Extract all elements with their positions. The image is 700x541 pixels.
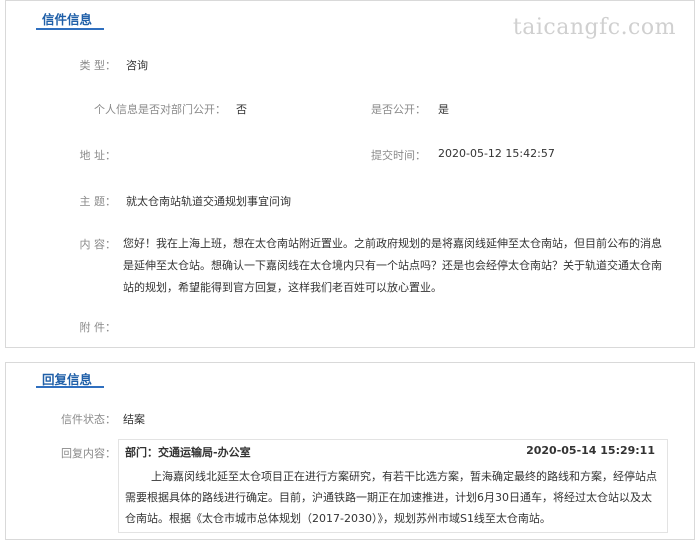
reply-content-label: 回复内容： [61, 447, 116, 460]
reply-time: 2020-05-14 15:29:11 [526, 444, 655, 457]
site-watermark: taicangfc.com [512, 15, 676, 40]
address-label: 地 址： [79, 149, 117, 162]
reply-info-panel: 回复信息 信件状态： 结案 回复内容： 部门：交通运输局-办公室 2020-05… [5, 362, 695, 540]
subject-label: 主 题： [79, 195, 117, 208]
reply-text: 上海嘉闵线北延至太仓项目正在进行方案研究，有若干比选方案，暂未确定最终的路线和方… [125, 470, 657, 525]
content-label: 内 容： [79, 238, 117, 251]
submit-time-value: 2020-05-12 15:42:57 [438, 147, 555, 160]
privacy-label: 个人信息是否对部门公开： [94, 103, 226, 116]
submit-time-label: 提交时间： [371, 149, 426, 162]
letter-title-underline [36, 28, 104, 30]
reply-title-underline [36, 386, 104, 388]
status-value: 结案 [123, 413, 145, 426]
public-value: 是 [438, 103, 449, 116]
attachment-label: 附 件： [79, 321, 117, 334]
content-text: 您好！我在上海上班，想在太仓南站附近置业。之前政府规划的是将嘉闵线延伸至太仓南站… [123, 237, 662, 294]
status-label: 信件状态： [61, 413, 116, 426]
subject-value: 就太仓南站轨道交通规划事宜问询 [126, 195, 291, 208]
reply-content-box: 部门：交通运输局-办公室 2020-05-14 15:29:11 上海嘉闵线北延… [118, 439, 668, 533]
letter-info-panel: 信件信息 taicangfc.com 类 型： 咨询 个人信息是否对部门公开： … [5, 0, 695, 348]
type-value: 咨询 [126, 59, 148, 72]
public-label: 是否公开： [371, 103, 426, 116]
privacy-value: 否 [236, 103, 247, 116]
type-label: 类 型： [79, 59, 117, 72]
letter-section-title: 信件信息 [32, 9, 103, 28]
